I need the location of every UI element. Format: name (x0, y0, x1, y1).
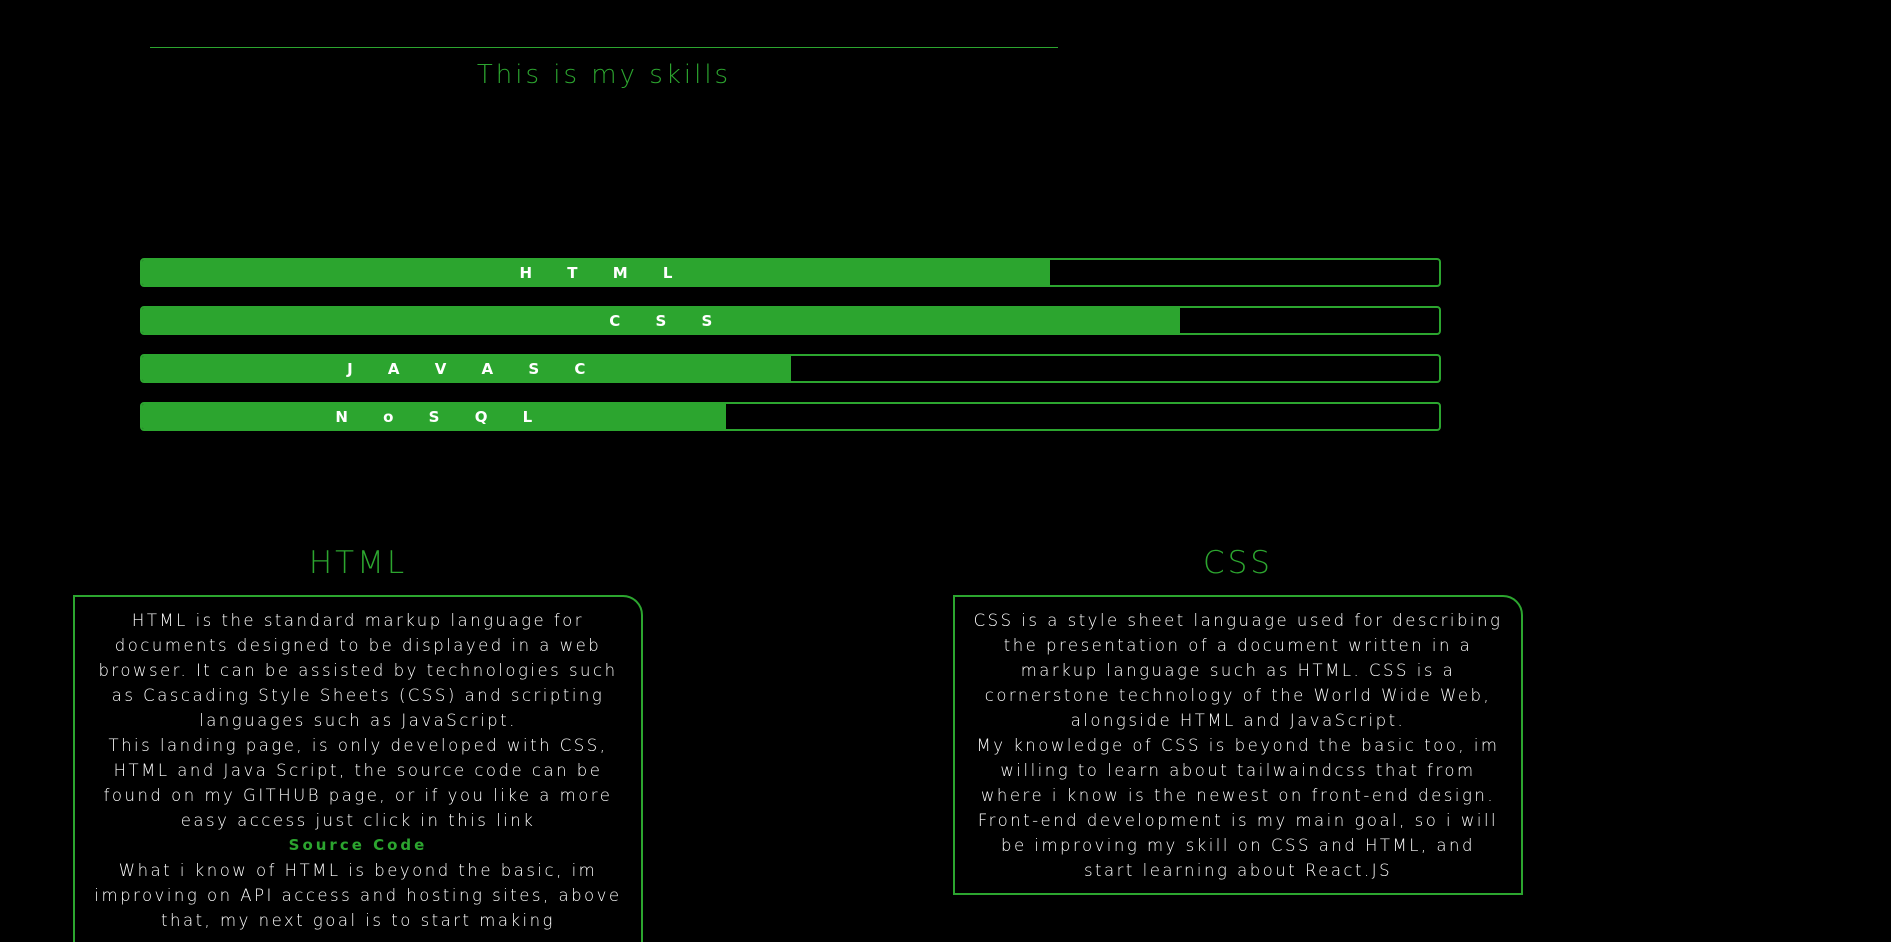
html-card-body: HTML is the standard markup language for… (73, 595, 643, 942)
skill-fill-nosql: N o S Q L (142, 404, 726, 429)
skill-fill-javascript: J A V A S C (142, 356, 791, 381)
page-title: This is my skills (476, 60, 732, 90)
css-card: CSS CSS is a style sheet language used f… (953, 545, 1523, 895)
header-divider (150, 47, 1058, 48)
skill-label-javascript: J A V A S C (347, 359, 601, 378)
css-card-paragraph-1: CSS is a style sheet language used for d… (973, 611, 1503, 730)
skill-label-html: H T M L (519, 263, 688, 282)
css-card-paragraph-3: Front-end development is my main goal, s… (977, 811, 1499, 880)
source-code-link[interactable]: Source Code (93, 833, 623, 858)
html-card: HTML HTML is the standard markup languag… (73, 545, 643, 942)
skill-bar-nosql: N o S Q L (140, 402, 1441, 431)
html-card-paragraph-1: HTML is the standard markup language for… (98, 611, 618, 730)
skill-bar-javascript: J A V A S C (140, 354, 1441, 383)
css-card-paragraph-2: My knowledge of CSS is beyond the basic … (976, 736, 1500, 805)
html-card-title: HTML (308, 545, 408, 581)
skill-fill-html: H T M L (142, 260, 1050, 285)
skills-list: H T M L C S S J A V A S C N o S Q L (140, 258, 1441, 450)
html-card-paragraph-3: What i know of HTML is beyond the basic,… (94, 861, 622, 930)
html-card-paragraph-2: This landing page, is only developed wit… (103, 736, 613, 830)
skill-label-nosql: N o S Q L (335, 407, 548, 426)
css-card-body: CSS is a style sheet language used for d… (953, 595, 1523, 895)
skill-label-css: C S S (609, 311, 728, 330)
skill-fill-css: C S S (142, 308, 1180, 333)
skill-bar-html: H T M L (140, 258, 1441, 287)
css-card-title: CSS (1202, 545, 1273, 581)
skills-page: This is my skills H T M L C S S J A V A … (0, 0, 1891, 942)
skill-bar-css: C S S (140, 306, 1441, 335)
